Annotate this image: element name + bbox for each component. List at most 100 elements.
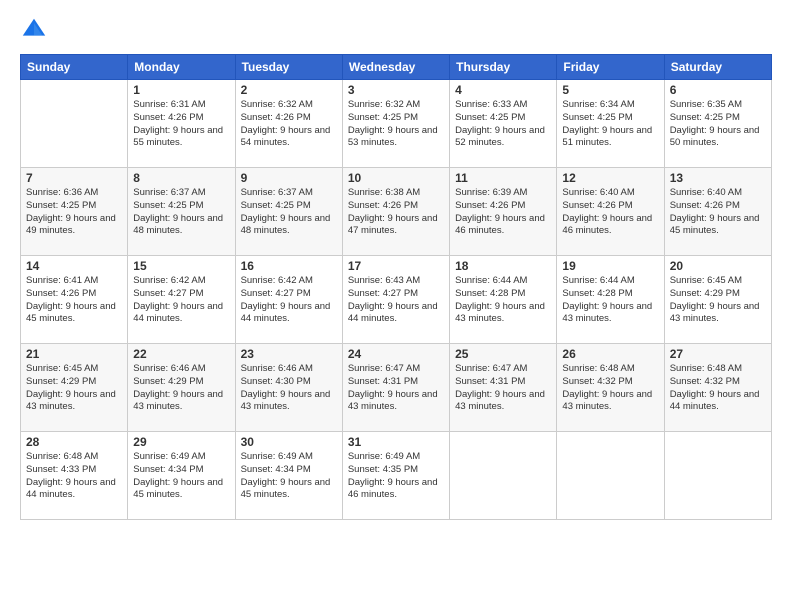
daylight: Daylight: 9 hours and 46 minutes. <box>455 213 545 237</box>
sunrise: Sunrise: 6:48 AM <box>670 363 742 374</box>
daylight: Daylight: 9 hours and 54 minutes. <box>241 125 331 149</box>
sunrise: Sunrise: 6:39 AM <box>455 187 527 198</box>
daylight: Daylight: 9 hours and 43 minutes. <box>26 389 116 413</box>
sunset: Sunset: 4:26 PM <box>670 200 740 211</box>
day-number: 14 <box>26 259 122 273</box>
day-cell: 15 Sunrise: 6:42 AM Sunset: 4:27 PM Dayl… <box>128 256 235 344</box>
day-info: Sunrise: 6:44 AM Sunset: 4:28 PM Dayligh… <box>455 275 551 326</box>
day-number: 7 <box>26 171 122 185</box>
daylight: Daylight: 9 hours and 44 minutes. <box>670 389 760 413</box>
day-info: Sunrise: 6:48 AM Sunset: 4:33 PM Dayligh… <box>26 451 122 502</box>
day-number: 21 <box>26 347 122 361</box>
day-cell: 28 Sunrise: 6:48 AM Sunset: 4:33 PM Dayl… <box>21 432 128 520</box>
sunset: Sunset: 4:25 PM <box>241 200 311 211</box>
logo <box>20 16 52 44</box>
daylight: Daylight: 9 hours and 43 minutes. <box>562 301 652 325</box>
day-info: Sunrise: 6:47 AM Sunset: 4:31 PM Dayligh… <box>455 363 551 414</box>
sunset: Sunset: 4:27 PM <box>241 288 311 299</box>
day-info: Sunrise: 6:46 AM Sunset: 4:30 PM Dayligh… <box>241 363 337 414</box>
daylight: Daylight: 9 hours and 53 minutes. <box>348 125 438 149</box>
day-number: 8 <box>133 171 229 185</box>
sunset: Sunset: 4:25 PM <box>455 112 525 123</box>
day-number: 23 <box>241 347 337 361</box>
daylight: Daylight: 9 hours and 44 minutes. <box>133 301 223 325</box>
day-cell: 24 Sunrise: 6:47 AM Sunset: 4:31 PM Dayl… <box>342 344 449 432</box>
day-number: 6 <box>670 83 766 97</box>
sunset: Sunset: 4:25 PM <box>348 112 418 123</box>
day-number: 25 <box>455 347 551 361</box>
sunset: Sunset: 4:35 PM <box>348 464 418 475</box>
sunrise: Sunrise: 6:32 AM <box>348 99 420 110</box>
day-number: 2 <box>241 83 337 97</box>
sunrise: Sunrise: 6:48 AM <box>26 451 98 462</box>
day-info: Sunrise: 6:32 AM Sunset: 4:25 PM Dayligh… <box>348 99 444 150</box>
day-cell: 27 Sunrise: 6:48 AM Sunset: 4:32 PM Dayl… <box>664 344 771 432</box>
day-cell: 17 Sunrise: 6:43 AM Sunset: 4:27 PM Dayl… <box>342 256 449 344</box>
day-cell <box>557 432 664 520</box>
sunrise: Sunrise: 6:44 AM <box>562 275 634 286</box>
daylight: Daylight: 9 hours and 55 minutes. <box>133 125 223 149</box>
daylight: Daylight: 9 hours and 51 minutes. <box>562 125 652 149</box>
day-header-monday: Monday <box>128 55 235 80</box>
day-number: 31 <box>348 435 444 449</box>
daylight: Daylight: 9 hours and 43 minutes. <box>455 301 545 325</box>
week-row-2: 7 Sunrise: 6:36 AM Sunset: 4:25 PM Dayli… <box>21 168 772 256</box>
day-info: Sunrise: 6:32 AM Sunset: 4:26 PM Dayligh… <box>241 99 337 150</box>
day-cell: 12 Sunrise: 6:40 AM Sunset: 4:26 PM Dayl… <box>557 168 664 256</box>
sunset: Sunset: 4:26 PM <box>133 112 203 123</box>
sunrise: Sunrise: 6:42 AM <box>241 275 313 286</box>
sunrise: Sunrise: 6:44 AM <box>455 275 527 286</box>
daylight: Daylight: 9 hours and 46 minutes. <box>348 477 438 501</box>
day-info: Sunrise: 6:37 AM Sunset: 4:25 PM Dayligh… <box>241 187 337 238</box>
sunset: Sunset: 4:28 PM <box>455 288 525 299</box>
day-info: Sunrise: 6:33 AM Sunset: 4:25 PM Dayligh… <box>455 99 551 150</box>
day-info: Sunrise: 6:41 AM Sunset: 4:26 PM Dayligh… <box>26 275 122 326</box>
sunset: Sunset: 4:26 PM <box>348 200 418 211</box>
day-info: Sunrise: 6:45 AM Sunset: 4:29 PM Dayligh… <box>670 275 766 326</box>
daylight: Daylight: 9 hours and 49 minutes. <box>26 213 116 237</box>
sunrise: Sunrise: 6:49 AM <box>348 451 420 462</box>
day-cell: 30 Sunrise: 6:49 AM Sunset: 4:34 PM Dayl… <box>235 432 342 520</box>
day-header-wednesday: Wednesday <box>342 55 449 80</box>
sunrise: Sunrise: 6:46 AM <box>133 363 205 374</box>
week-row-1: 1 Sunrise: 6:31 AM Sunset: 4:26 PM Dayli… <box>21 80 772 168</box>
sunrise: Sunrise: 6:49 AM <box>133 451 205 462</box>
day-number: 26 <box>562 347 658 361</box>
day-info: Sunrise: 6:44 AM Sunset: 4:28 PM Dayligh… <box>562 275 658 326</box>
sunset: Sunset: 4:29 PM <box>133 376 203 387</box>
sunset: Sunset: 4:26 PM <box>26 288 96 299</box>
sunset: Sunset: 4:26 PM <box>562 200 632 211</box>
day-cell: 9 Sunrise: 6:37 AM Sunset: 4:25 PM Dayli… <box>235 168 342 256</box>
sunset: Sunset: 4:31 PM <box>455 376 525 387</box>
sunset: Sunset: 4:29 PM <box>26 376 96 387</box>
daylight: Daylight: 9 hours and 50 minutes. <box>670 125 760 149</box>
day-info: Sunrise: 6:45 AM Sunset: 4:29 PM Dayligh… <box>26 363 122 414</box>
day-cell: 18 Sunrise: 6:44 AM Sunset: 4:28 PM Dayl… <box>450 256 557 344</box>
day-number: 16 <box>241 259 337 273</box>
week-row-4: 21 Sunrise: 6:45 AM Sunset: 4:29 PM Dayl… <box>21 344 772 432</box>
week-row-3: 14 Sunrise: 6:41 AM Sunset: 4:26 PM Dayl… <box>21 256 772 344</box>
daylight: Daylight: 9 hours and 45 minutes. <box>133 477 223 501</box>
daylight: Daylight: 9 hours and 44 minutes. <box>26 477 116 501</box>
daylight: Daylight: 9 hours and 48 minutes. <box>241 213 331 237</box>
day-cell <box>21 80 128 168</box>
day-info: Sunrise: 6:35 AM Sunset: 4:25 PM Dayligh… <box>670 99 766 150</box>
day-header-tuesday: Tuesday <box>235 55 342 80</box>
sunset: Sunset: 4:30 PM <box>241 376 311 387</box>
sunset: Sunset: 4:33 PM <box>26 464 96 475</box>
daylight: Daylight: 9 hours and 48 minutes. <box>133 213 223 237</box>
sunset: Sunset: 4:25 PM <box>133 200 203 211</box>
sunrise: Sunrise: 6:47 AM <box>348 363 420 374</box>
sunset: Sunset: 4:34 PM <box>133 464 203 475</box>
sunrise: Sunrise: 6:33 AM <box>455 99 527 110</box>
day-cell: 3 Sunrise: 6:32 AM Sunset: 4:25 PM Dayli… <box>342 80 449 168</box>
sunrise: Sunrise: 6:49 AM <box>241 451 313 462</box>
sunrise: Sunrise: 6:37 AM <box>241 187 313 198</box>
daylight: Daylight: 9 hours and 45 minutes. <box>670 213 760 237</box>
day-info: Sunrise: 6:48 AM Sunset: 4:32 PM Dayligh… <box>562 363 658 414</box>
day-cell: 22 Sunrise: 6:46 AM Sunset: 4:29 PM Dayl… <box>128 344 235 432</box>
day-number: 22 <box>133 347 229 361</box>
day-info: Sunrise: 6:42 AM Sunset: 4:27 PM Dayligh… <box>241 275 337 326</box>
daylight: Daylight: 9 hours and 43 minutes. <box>348 389 438 413</box>
day-number: 13 <box>670 171 766 185</box>
